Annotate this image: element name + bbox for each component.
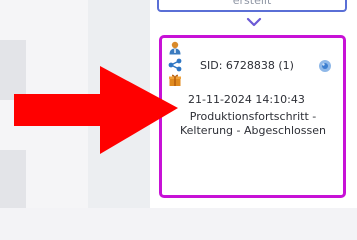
previous-card-label: erstellt <box>232 0 272 7</box>
previous-timeline-card[interactable]: erstellt <box>157 0 347 12</box>
red-arrow-annotation <box>14 66 178 154</box>
status-circle-icon[interactable] <box>318 59 332 73</box>
status-text-line-1: Produktionsfortschritt - <box>189 110 317 123</box>
timestamp: 21-11-2024 14:10:43 <box>188 93 305 106</box>
user-icon[interactable] <box>168 41 182 55</box>
sid-label: SID: 6728838 (1) <box>200 59 294 72</box>
chevron-down-icon <box>246 17 262 27</box>
status-text-line-2: Kelterung - Abgeschlossen <box>180 124 326 137</box>
